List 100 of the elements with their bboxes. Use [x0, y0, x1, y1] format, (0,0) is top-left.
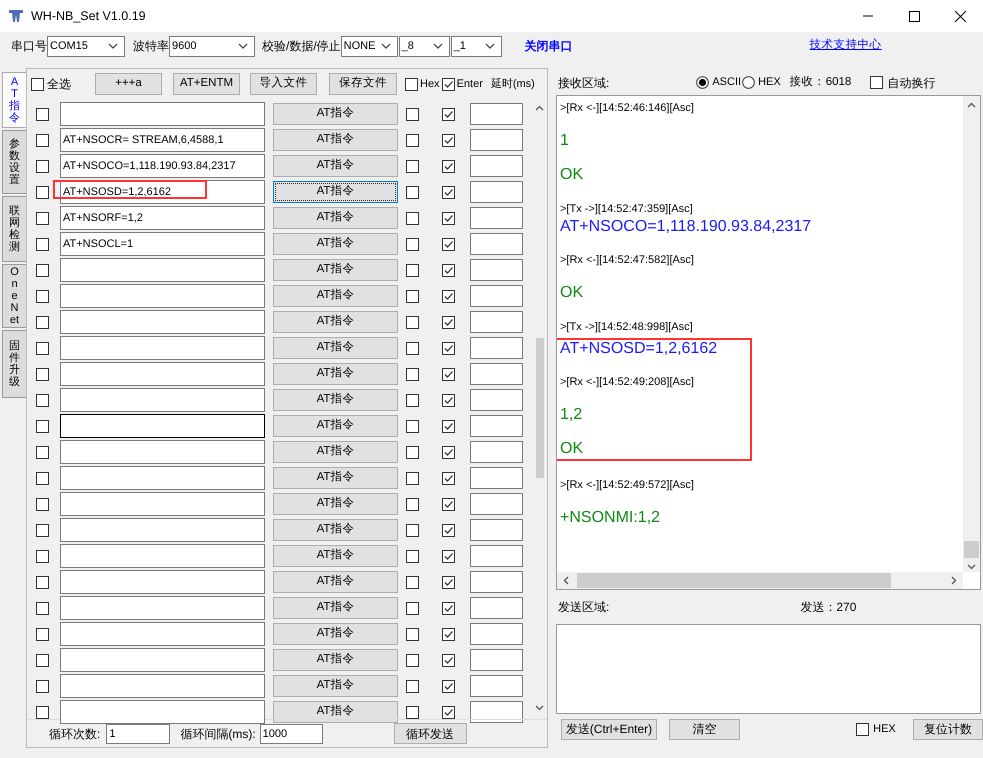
- checked-checkbox[interactable]: [442, 420, 455, 432]
- checked-checkbox[interactable]: [442, 524, 455, 536]
- dropdown[interactable]: COM15: [47, 36, 125, 56]
- delay-input[interactable]: [470, 571, 523, 593]
- send-command-button[interactable]: AT指令: [273, 675, 398, 697]
- close-port-button[interactable]: 关闭串口: [524, 37, 573, 55]
- scrollbar-thumb[interactable]: [536, 338, 544, 478]
- delay-input[interactable]: [470, 103, 523, 125]
- checkbox[interactable]: [856, 722, 870, 736]
- checked-checkbox[interactable]: [442, 264, 455, 276]
- checked-checkbox[interactable]: [442, 78, 455, 90]
- checkbox[interactable]: [406, 316, 419, 328]
- checkbox[interactable]: [36, 654, 49, 666]
- checkbox[interactable]: [36, 134, 49, 146]
- command-input[interactable]: [60, 258, 265, 282]
- send-command-button[interactable]: AT指令: [273, 441, 398, 463]
- command-input[interactable]: [60, 362, 265, 386]
- send-command-button[interactable]: AT指令: [273, 103, 398, 125]
- horizontal-scrollbar[interactable]: [557, 572, 963, 589]
- checked-checkbox[interactable]: [442, 628, 455, 640]
- delay-input[interactable]: [470, 545, 523, 567]
- send-button[interactable]: 发送(Ctrl+Enter): [561, 718, 657, 740]
- command-input[interactable]: AT+NSORF=1,2: [60, 206, 265, 230]
- checkbox[interactable]: [36, 160, 49, 172]
- delay-input[interactable]: [470, 389, 523, 411]
- command-input[interactable]: [60, 518, 265, 542]
- send-command-button[interactable]: AT指令: [273, 363, 398, 385]
- side-tab[interactable]: 固件升级: [2, 330, 26, 398]
- command-input[interactable]: [60, 570, 265, 594]
- checkbox[interactable]: [36, 368, 49, 380]
- checkbox[interactable]: [36, 186, 49, 198]
- checked-checkbox[interactable]: [442, 108, 455, 120]
- checkbox[interactable]: [36, 108, 49, 120]
- checkbox[interactable]: [36, 342, 49, 354]
- send-command-button[interactable]: AT指令: [273, 389, 398, 411]
- command-input[interactable]: [60, 440, 265, 464]
- send-command-button[interactable]: AT指令: [273, 233, 398, 255]
- command-input[interactable]: [60, 648, 265, 672]
- checked-checkbox[interactable]: [442, 160, 455, 172]
- checked-checkbox[interactable]: [442, 290, 455, 302]
- checkbox[interactable]: [36, 706, 49, 718]
- command-input[interactable]: [60, 544, 265, 568]
- checked-checkbox[interactable]: [442, 498, 455, 510]
- checkbox[interactable]: [870, 76, 884, 89]
- checkbox[interactable]: [406, 680, 419, 692]
- delay-input[interactable]: [470, 155, 523, 177]
- checkbox[interactable]: [36, 524, 49, 536]
- checked-checkbox[interactable]: [442, 680, 455, 692]
- send-command-button[interactable]: AT指令: [273, 285, 398, 307]
- send-command-button[interactable]: AT指令: [273, 493, 398, 515]
- send-command-button[interactable]: AT指令: [273, 597, 398, 619]
- command-input[interactable]: [60, 492, 265, 516]
- send-command-button[interactable]: AT指令: [273, 181, 398, 203]
- checkbox[interactable]: [36, 680, 49, 692]
- command-input[interactable]: [60, 414, 265, 438]
- toolbar-button[interactable]: AT+ENTM: [173, 73, 240, 95]
- checked-checkbox[interactable]: [442, 342, 455, 354]
- checked-checkbox[interactable]: [442, 446, 455, 458]
- loop-interval-input[interactable]: 1000: [260, 724, 323, 744]
- support-link[interactable]: 技术支持中心: [810, 37, 882, 55]
- checked-checkbox[interactable]: [442, 706, 455, 718]
- checkbox[interactable]: [406, 706, 419, 718]
- checkbox[interactable]: [36, 472, 49, 484]
- dropdown[interactable]: _1: [450, 36, 502, 56]
- command-input[interactable]: [60, 284, 265, 308]
- delay-input[interactable]: [470, 233, 523, 255]
- delay-input[interactable]: [470, 337, 523, 359]
- delay-input[interactable]: [470, 701, 523, 723]
- checked-checkbox[interactable]: [442, 368, 455, 380]
- delay-input[interactable]: [470, 597, 523, 619]
- checked-checkbox[interactable]: [442, 186, 455, 198]
- checked-checkbox[interactable]: [442, 472, 455, 484]
- checkbox[interactable]: [36, 264, 49, 276]
- checkbox[interactable]: [36, 238, 49, 250]
- delay-input[interactable]: [470, 363, 523, 385]
- send-command-button[interactable]: AT指令: [273, 337, 398, 359]
- checkbox[interactable]: [406, 550, 419, 562]
- checked-checkbox[interactable]: [442, 134, 455, 146]
- checked-checkbox[interactable]: [442, 316, 455, 328]
- checkbox[interactable]: [406, 186, 419, 198]
- checkbox[interactable]: [405, 78, 418, 90]
- delay-input[interactable]: [470, 441, 523, 463]
- delay-input[interactable]: [470, 285, 523, 307]
- command-input[interactable]: AT+NSOCL=1: [60, 232, 265, 256]
- delay-input[interactable]: [470, 493, 523, 515]
- delay-input[interactable]: [470, 467, 523, 489]
- checkbox[interactable]: [36, 394, 49, 406]
- checkbox[interactable]: [406, 420, 419, 432]
- delay-input[interactable]: [470, 675, 523, 697]
- send-command-button[interactable]: AT指令: [273, 259, 398, 281]
- delay-input[interactable]: [470, 415, 523, 437]
- checked-checkbox[interactable]: [442, 654, 455, 666]
- command-input[interactable]: [60, 310, 265, 334]
- send-command-button[interactable]: AT指令: [273, 649, 398, 671]
- toolbar-button[interactable]: +++a: [95, 73, 162, 95]
- send-command-button[interactable]: AT指令: [273, 155, 398, 177]
- send-command-button[interactable]: AT指令: [273, 701, 398, 723]
- send-command-button[interactable]: AT指令: [273, 207, 398, 229]
- scrollbar-thumb[interactable]: [577, 573, 891, 588]
- command-input[interactable]: AT+NSOCR= STREAM,6,4588,1: [60, 128, 265, 152]
